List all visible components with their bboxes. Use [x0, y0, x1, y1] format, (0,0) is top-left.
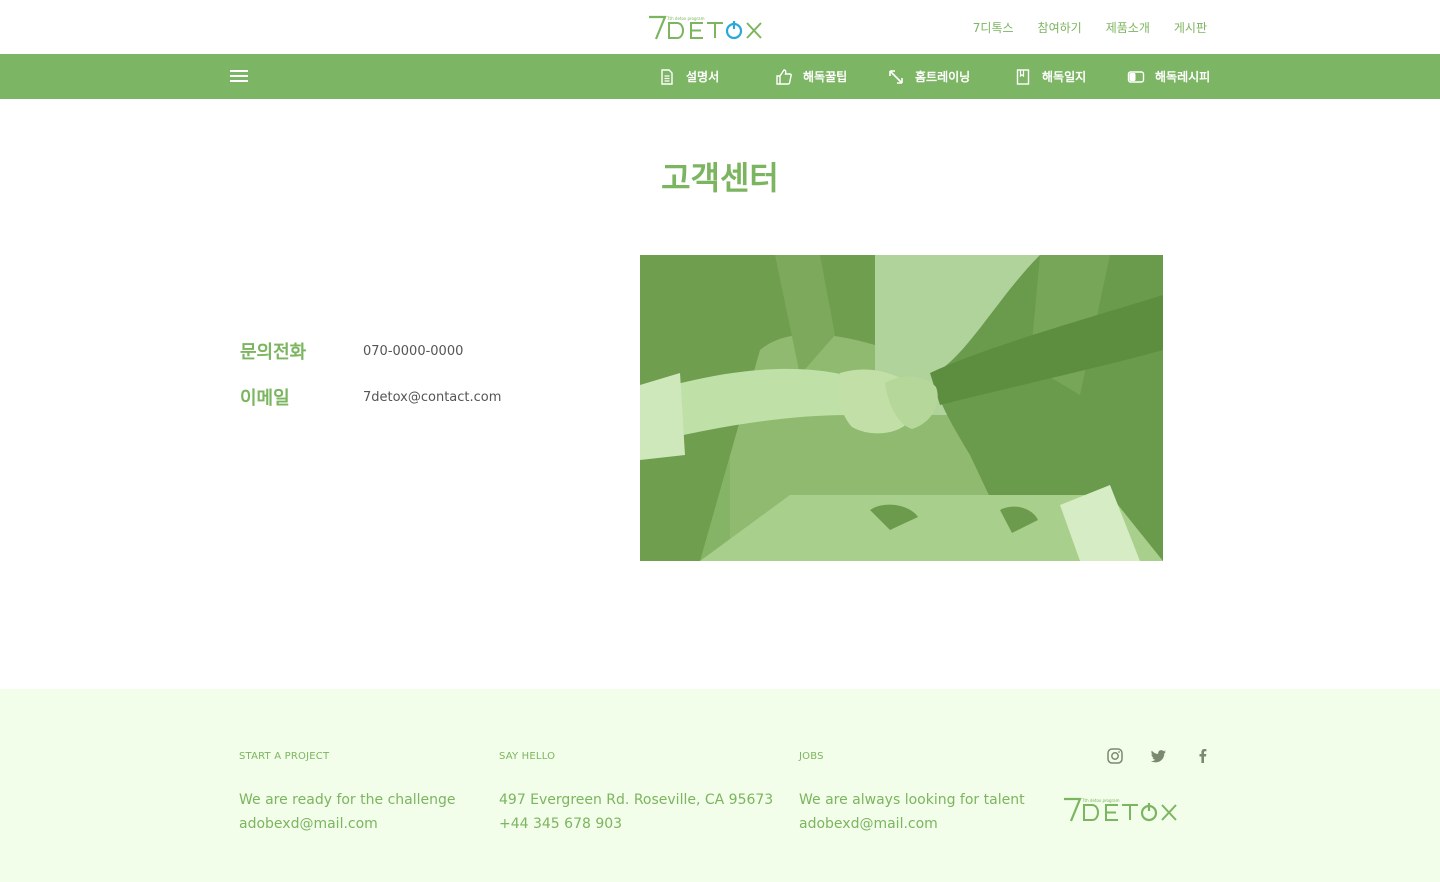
instagram-icon[interactable]: [1106, 747, 1124, 765]
resize-arrows-icon: [889, 69, 903, 84]
document-icon: [661, 68, 673, 85]
top-nav-join[interactable]: 참여하기: [1038, 19, 1082, 36]
top-header: 7th detox program 7디톡스 참여하기 제품소개 게시판: [0, 0, 1440, 54]
top-nav-7detox[interactable]: 7디톡스: [973, 19, 1014, 36]
footer: START A PROJECT We are ready for the cha…: [0, 689, 1440, 882]
sub-nav-label: 홈트레이닝: [915, 70, 971, 84]
footer-logo[interactable]: 7th detox program: [1062, 796, 1208, 824]
facebook-icon[interactable]: [1194, 747, 1212, 765]
phone-row: 문의전화 070-0000-0000: [240, 338, 463, 364]
email-value[interactable]: 7detox@contact.com: [363, 390, 501, 405]
hamburger-menu-icon[interactable]: [230, 70, 248, 83]
page-title: 고객센터: [661, 159, 779, 197]
sub-nav-home-training[interactable]: 홈트레이닝: [887, 54, 970, 99]
bookmark-icon: [1016, 68, 1030, 85]
toggle-icon: [1127, 70, 1145, 83]
footer-col-hello: SAY HELLO 497 Evergreen Rd. Roseville, C…: [499, 751, 773, 836]
footer-heading: SAY HELLO: [499, 751, 556, 762]
twitter-icon[interactable]: [1150, 747, 1168, 765]
sub-nav-recipe[interactable]: 해독레시피: [1127, 54, 1210, 99]
sub-nav-tips[interactable]: 해독꿀팁: [775, 54, 847, 99]
top-nav-board[interactable]: 게시판: [1174, 19, 1207, 36]
sub-nav-manual[interactable]: 설명서: [658, 54, 719, 99]
footer-text: We are ready for the challenge: [239, 792, 456, 808]
email-label: 이메일: [240, 388, 290, 409]
thumbs-up-icon: [776, 68, 792, 85]
phone-label: 문의전화: [240, 342, 307, 363]
footer-address: 497 Evergreen Rd. Roseville, CA 95673: [499, 792, 774, 808]
brand-logo[interactable]: 7th detox program: [647, 14, 793, 42]
footer-text: We are always looking for talent: [799, 792, 1025, 808]
sub-nav-label: 해독레시피: [1155, 70, 1211, 84]
top-nav: 7디톡스 참여하기 제품소개 게시판: [973, 19, 1207, 36]
logo-tagline: 7th detox program: [667, 16, 705, 21]
footer-email-link[interactable]: adobexd@mail.com: [239, 812, 455, 836]
sub-nav-label: 설명서: [686, 70, 720, 84]
footer-heading: START A PROJECT: [239, 751, 330, 762]
top-nav-products[interactable]: 제품소개: [1106, 19, 1150, 36]
email-row: 이메일 7detox@contact.com: [240, 384, 501, 410]
footer-email-link[interactable]: adobexd@mail.com: [799, 812, 1025, 836]
handshake-photo: [640, 255, 1163, 561]
sub-nav-diary[interactable]: 해독일지: [1014, 54, 1086, 99]
footer-heading: JOBS: [799, 751, 824, 762]
logo-tagline: 7th detox program: [1082, 798, 1120, 803]
social-links: [1106, 747, 1212, 765]
sub-nav: 설명서 해독꿀팁 홈트레이닝 해독일지 해독레시피: [628, 54, 1232, 99]
footer-col-project: START A PROJECT We are ready for the cha…: [239, 751, 455, 836]
phone-value[interactable]: 070-0000-0000: [363, 344, 463, 359]
sub-nav-label: 해독꿀팁: [803, 70, 848, 84]
footer-col-jobs: JOBS We are always looking for talent ad…: [799, 751, 1025, 836]
handshake-illustration: [640, 255, 1163, 561]
footer-phone[interactable]: +44 345 678 903: [499, 812, 773, 836]
category-nav-bar: 설명서 해독꿀팁 홈트레이닝 해독일지 해독레시피: [0, 54, 1440, 99]
sub-nav-label: 해독일지: [1042, 70, 1087, 84]
